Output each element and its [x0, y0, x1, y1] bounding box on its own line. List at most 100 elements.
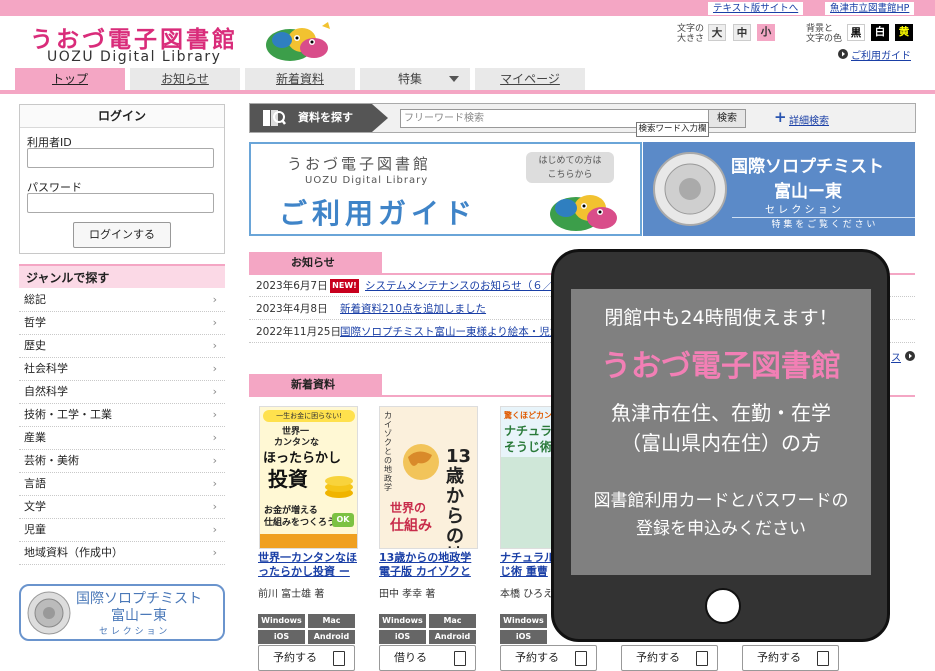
tab-new-items[interactable]: 新着資料 — [245, 68, 355, 90]
reserve-button[interactable]: 予約する — [621, 645, 718, 671]
user-id-input[interactable] — [27, 148, 214, 168]
genre-item-technology[interactable]: 技術・工学・工業 › — [19, 404, 225, 427]
reserve-button-label: 予約する — [515, 651, 559, 664]
genre-label[interactable]: 産業 — [24, 431, 46, 444]
book-title-2-line1[interactable]: 13歳からの地政学 — [379, 551, 491, 565]
reserve-button[interactable]: 予約する — [742, 645, 839, 671]
tab-features-label: 特集 — [398, 72, 423, 86]
reserve-button-label: 予約する — [636, 651, 680, 664]
cover2-l2: 仕組み — [390, 518, 432, 534]
city-library-link[interactable]: 魚津市立図書館HP — [825, 2, 915, 15]
soroptimist-banner-line4: 特 集 を ご 覧 く だ さ い — [732, 217, 915, 232]
genre-item-history[interactable]: 歴史 › — [19, 335, 225, 358]
genre-item-literature[interactable]: 文学 › — [19, 496, 225, 519]
news-link[interactable]: 新着資料210点を追加しました — [340, 298, 486, 320]
reserve-button-label: 予約する — [273, 651, 317, 664]
genre-label[interactable]: 社会科学 — [24, 362, 68, 375]
tab-mypage[interactable]: マイページ — [475, 68, 585, 90]
color-white-button[interactable]: 白 — [871, 24, 889, 41]
reserve-button[interactable]: 予約する — [500, 645, 597, 671]
reserve-button-label: 予約する — [757, 651, 801, 664]
advanced-search-link[interactable]: 詳細検索 — [789, 112, 829, 127]
book-search-icon — [263, 110, 286, 126]
genre-label[interactable]: 自然科学 — [24, 385, 68, 398]
genre-label[interactable]: 言語 — [24, 477, 46, 490]
book-cover-1[interactable]: 一生お金に困らない! 世界一 カンタンな ほったらかし 投資 お金が増える 仕組… — [259, 406, 358, 549]
new-badge: NEW! — [330, 279, 359, 293]
genre-item-philosophy[interactable]: 哲学 › — [19, 312, 225, 335]
search-tooltip: 検索ワード入力欄 — [636, 122, 709, 137]
guide-banner-title-jp: うおづ電子図書館 — [287, 155, 432, 173]
book-title-1-line2[interactable]: ったらかし投資 ー — [258, 565, 370, 579]
reserve-button[interactable]: 予約する — [258, 645, 355, 671]
genre-label[interactable]: 歴史 — [24, 339, 46, 352]
search-button[interactable]: 検索 — [708, 109, 746, 128]
phone-home-button[interactable] — [705, 588, 741, 624]
tab-features[interactable]: 特集 — [360, 68, 470, 90]
text-version-link[interactable]: テキスト版サイトへ — [708, 2, 804, 15]
genre-label[interactable]: 地域資料（作成中） — [24, 546, 123, 559]
genre-item-general[interactable]: 総記 › — [19, 289, 225, 312]
chevron-right-icon: › — [212, 316, 217, 329]
password-input[interactable] — [27, 193, 214, 213]
cover1-ok: OK — [332, 513, 354, 527]
genre-label[interactable]: 児童 — [24, 523, 46, 536]
bubble-line2: こちらから — [547, 170, 593, 180]
font-size-label: 文字の 大きさ — [677, 24, 704, 44]
bubble-line1: はじめての方は — [538, 156, 602, 166]
mascot-logo-icon — [266, 22, 330, 61]
font-size-medium-button[interactable]: 中 — [733, 24, 751, 41]
book-title-2[interactable]: 13歳からの地政学 電子版 カイゾクと — [379, 551, 491, 579]
genre-label[interactable]: 文学 — [24, 500, 46, 513]
genre-label[interactable]: 総記 — [24, 293, 46, 306]
platform-badge: Windows — [500, 614, 547, 628]
genre-label[interactable]: 技術・工学・工業 — [24, 408, 112, 421]
guide-banner[interactable]: うおづ電子図書館 UOZU Digital Library ご利用ガイド はじめ… — [249, 142, 642, 236]
genre-item-language[interactable]: 言語 › — [19, 473, 225, 496]
genre-item-social-science[interactable]: 社会科学 › — [19, 358, 225, 381]
login-panel: ログイン 利用者ID パスワード ログインする — [19, 104, 225, 254]
cover1-footer — [260, 534, 357, 548]
color-black-button[interactable]: 黒 — [847, 24, 865, 41]
phone-screen: 閉館中も24時間使えます！ うおづ電子図書館 魚津市在住、在勤・在学 （富山県内… — [571, 289, 871, 575]
genre-item-local[interactable]: 地域資料（作成中） › — [19, 542, 225, 565]
chevron-right-icon: › — [212, 523, 217, 536]
phone-promo-overlay[interactable]: 閉館中も24時間使えます！ うおづ電子図書館 魚津市在住、在勤・在学 （富山県内… — [551, 249, 890, 642]
color-yellow-button[interactable]: 黄 — [895, 24, 913, 41]
genre-item-natural-science[interactable]: 自然科学 › — [19, 381, 225, 404]
news-link[interactable]: 国際ソロプチミスト富山ー東様より絵本・児童書 — [340, 321, 571, 343]
genre-item-arts[interactable]: 芸術・美術 › — [19, 450, 225, 473]
book-title-2-line2[interactable]: 電子版 カイゾクと — [379, 565, 491, 579]
book-icon — [817, 651, 829, 666]
chevron-right-icon: › — [212, 339, 217, 352]
book-title-1-line1[interactable]: 世界一カンタンなほ — [258, 551, 370, 565]
tab-news[interactable]: お知らせ — [130, 68, 240, 90]
tab-top[interactable]: トップ — [15, 68, 125, 90]
borrow-button[interactable]: 借りる — [379, 645, 476, 671]
news-link[interactable]: システムメンテナンスのお知らせ（６／２ — [365, 275, 564, 297]
chevron-right-icon: › — [212, 385, 217, 398]
font-size-small-button[interactable]: 小 — [757, 24, 775, 41]
news-more-link[interactable]: ス — [891, 349, 901, 364]
book-title-1[interactable]: 世界一カンタンなほ ったらかし投資 ー — [258, 551, 370, 579]
book-icon — [333, 651, 345, 666]
platform-badge: iOS — [379, 630, 426, 644]
globe-illustration-icon — [403, 444, 439, 480]
site-logo-en: UOZU Digital Library — [47, 49, 222, 65]
arrow-circle-icon — [905, 351, 915, 361]
genre-label[interactable]: 哲学 — [24, 316, 46, 329]
platform-badge: iOS — [500, 630, 547, 644]
guide-link[interactable]: ご利用ガイド — [851, 47, 911, 62]
chevron-right-icon: › — [212, 408, 217, 421]
chevron-right-icon: › — [212, 546, 217, 559]
book-author-3: 本橋 ひろえ — [500, 589, 554, 600]
book-cover-2[interactable]: カイゾクとの地政学 13歳からの地政学 世界の 仕組み — [379, 406, 478, 549]
guide-banner-bubble: はじめての方は こちらから — [526, 152, 614, 183]
genre-item-children[interactable]: 児童 › — [19, 519, 225, 542]
font-size-large-button[interactable]: 大 — [708, 24, 726, 41]
soroptimist-side-banner[interactable]: 国際ソロプチミスト 富山ー東 セ レ ク シ ョ ン — [19, 584, 225, 641]
login-button[interactable]: ログインする — [73, 222, 171, 248]
soroptimist-banner[interactable]: 国際ソロプチミスト 富山ー東 セ レ ク シ ョ ン 特 集 を ご 覧 く だ… — [643, 142, 915, 236]
genre-item-industry[interactable]: 産業 › — [19, 427, 225, 450]
genre-label[interactable]: 芸術・美術 — [24, 454, 79, 467]
